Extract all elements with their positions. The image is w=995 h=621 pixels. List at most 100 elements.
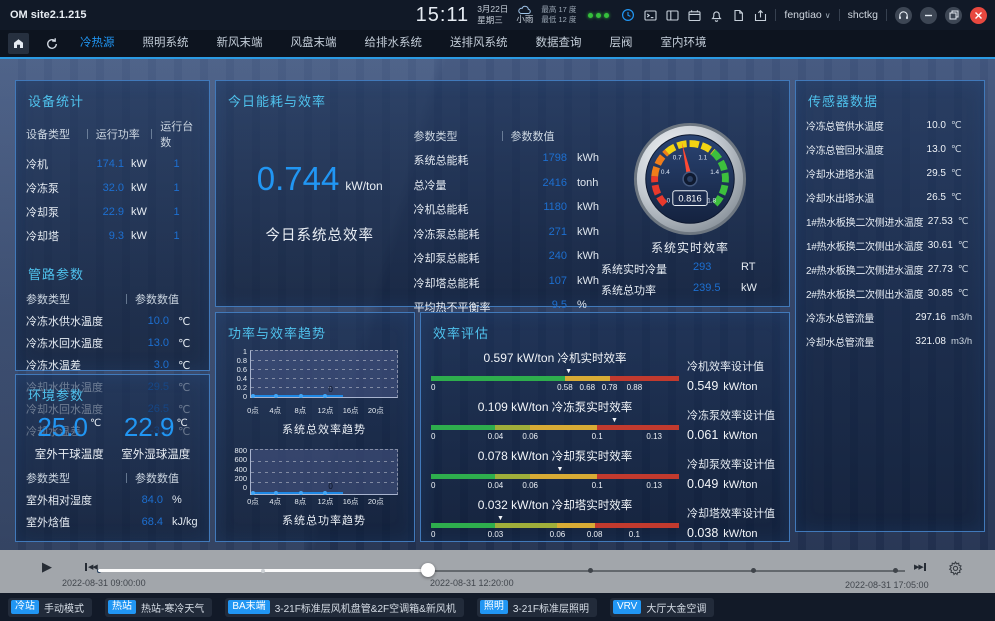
table-row: 1#热水板换二次侧进水温度27.53℃ — [806, 214, 974, 229]
chevron-down-icon: ∨ — [825, 11, 831, 20]
sensor-value: 29.5 — [904, 168, 946, 179]
terminal-icon[interactable] — [644, 9, 657, 22]
plot-area: 0 — [250, 350, 398, 398]
param-value: 271 — [535, 226, 567, 242]
param-unit: kWh — [567, 201, 601, 217]
evaluation-panel: 效率评估 0.597 kW/ton 冷机实时效率 ▼ 00.580.680.78… — [420, 312, 790, 542]
restore-icon — [949, 10, 959, 20]
tag-lighting[interactable]: 照明 3-21F标准层照明 — [477, 598, 597, 617]
tab-floor-valve[interactable]: 层阀 — [596, 30, 647, 57]
param-unit: ℃ — [169, 315, 199, 328]
param-name: 冷却塔总能耗 — [414, 275, 536, 291]
device-stats-panel: 设备统计 设备类型 运行功率 运行台数 冷机 174.1 kW 1 冷冻泵 32… — [15, 80, 210, 371]
tag-badge: 热站 — [108, 600, 136, 614]
design-value: 0.049 — [687, 477, 718, 491]
svg-text:1.4: 1.4 — [710, 169, 719, 176]
outdoor-wet-bulb: 22.9℃ 室外湿球温度 — [121, 412, 190, 462]
big-unit: kW/ton — [345, 179, 382, 193]
svg-text:1.1: 1.1 — [698, 154, 707, 161]
hvac-dashboard: OM site2.1.215 15:11 3月22日 星期三 小雨 最高 17 … — [0, 0, 995, 621]
table-row: 冷冻泵总能耗271kWh — [414, 226, 602, 242]
status-dot — [588, 13, 593, 18]
file-icon[interactable] — [732, 9, 745, 22]
efficiency-trend-chart: 10.80.60.40.20 0 — [226, 350, 404, 404]
titlebar-right: 15:11 3月22日 星期三 小雨 最高 17 度 最低 12 度 — [416, 4, 987, 27]
big-unit: ℃ — [176, 418, 187, 429]
tab-lighting-system[interactable]: 照明系统 — [129, 30, 203, 57]
tag-ba-terminal[interactable]: BA末端 3-21F标准层风机盘管&2F空调箱&新风机 — [225, 598, 463, 617]
tag-badge: VRV — [613, 600, 641, 614]
table-row: 总冷量2416tonh — [414, 177, 602, 193]
calendar-icon[interactable] — [688, 9, 701, 22]
table-header: 设备类型 运行功率 运行台数 — [26, 118, 199, 150]
layout-icon[interactable] — [666, 9, 679, 22]
table-row: 室外焓值 68.4 kJ/kg — [26, 514, 199, 530]
param-unit: kW — [741, 282, 779, 298]
col-device-type: 设备类型 — [26, 126, 79, 142]
skip-forward-button[interactable]: ▶▶ — [914, 563, 927, 571]
device-power: 174.1 — [86, 158, 124, 170]
x-axis-labels: 0点4点8点12点16点20点 — [250, 495, 398, 506]
tab-fresh-air-terminal[interactable]: 新风末端 — [203, 30, 277, 57]
table-row: 冷机 174.1 kW 1 — [26, 156, 199, 172]
timeline-handle[interactable] — [421, 563, 435, 577]
status-dot — [604, 13, 609, 18]
eval-row-chiller: 0.597 kW/ton 冷机实时效率 ▼ 00.580.680.780.88 … — [431, 350, 779, 393]
tab-indoor-environment[interactable]: 室内环境 — [647, 30, 721, 57]
timeline-settings-button[interactable] — [948, 561, 963, 581]
refresh-button[interactable] — [41, 33, 62, 54]
tab-fan-coil-terminal[interactable]: 风盘末端 — [277, 30, 351, 57]
environment-panel: 环境参数 25.0℃ 室外干球温度 22.9℃ 室外湿球温度 参数类型 参数数值 — [15, 374, 210, 542]
param-value: 1798 — [535, 152, 567, 168]
weekday-label: 星期三 — [477, 15, 508, 26]
device-name: 冷冻泵 — [26, 180, 86, 196]
play-button[interactable]: ▶ — [42, 559, 52, 575]
tag-heat-station[interactable]: 热站 热站-寒冷天气 — [105, 598, 212, 617]
sensor-unit: ℃ — [953, 264, 974, 275]
svg-text:1.8: 1.8 — [707, 198, 716, 205]
weather-label: 小雨 — [516, 15, 533, 24]
col-param-type: 参数类型 — [414, 128, 494, 144]
clock-icon[interactable] — [621, 8, 635, 22]
sensor-unit: ℃ — [946, 168, 974, 179]
panel-title: 环境参数 — [28, 385, 199, 404]
param-value: 68.4 — [129, 516, 163, 528]
skip-back-button[interactable]: ◀◀ — [84, 563, 97, 571]
param-name: 冷冻水温差 — [26, 357, 133, 373]
table-row: 冷冻水回水温度 13.0 ℃ — [26, 335, 199, 351]
user-menu[interactable]: fengtiao ∨ — [784, 9, 830, 21]
tab-air-supply-exhaust[interactable]: 送排风系统 — [436, 30, 522, 57]
timeline-track[interactable] — [98, 569, 908, 572]
trends-panel: 功率与效率趋势 10.80.60.40.20 0 0点4点8点12点16点20点… — [215, 312, 415, 542]
minimize-button[interactable] — [920, 7, 937, 24]
bell-icon[interactable] — [710, 9, 723, 22]
outdoor-dry-bulb: 25.0℃ 室外干球温度 — [35, 412, 104, 462]
tab-data-query[interactable]: 数据查询 — [522, 30, 596, 57]
param-value: 240 — [535, 250, 567, 266]
param-unit: tonh — [567, 177, 601, 193]
restore-button[interactable] — [945, 7, 962, 24]
timeline-start-label: 2022-08-31 09:00:00 — [62, 578, 146, 588]
support-button[interactable] — [895, 7, 912, 24]
tab-cold-heat-source[interactable]: 冷热源 — [66, 30, 129, 57]
col-param-value: 参数数值 — [135, 291, 179, 307]
device-count: 1 — [154, 230, 199, 242]
design-label: 冷却塔效率设计值 — [687, 505, 779, 521]
table-row: 冷冻总管供水温度10.0℃ — [806, 118, 974, 133]
home-button[interactable] — [8, 33, 29, 54]
big-unit: ℃ — [90, 418, 101, 429]
tab-water-supply-drain[interactable]: 给排水系统 — [351, 30, 437, 57]
sensor-value: 30.61 — [923, 240, 953, 251]
device-name: 冷机 — [26, 156, 86, 172]
tag-vrv[interactable]: VRV 大厅大金空调 — [610, 598, 714, 617]
table-row: 室外相对湿度 84.0 % — [26, 492, 199, 508]
tag-cold-station[interactable]: 冷站 手动模式 — [8, 598, 92, 617]
close-button[interactable] — [970, 7, 987, 24]
upload-box-icon[interactable] — [754, 9, 767, 22]
param-unit: kWh — [567, 226, 601, 242]
divider — [502, 131, 503, 141]
titlebar: OM site2.1.215 15:11 3月22日 星期三 小雨 最高 17 … — [0, 0, 995, 30]
device-power: 32.0 — [86, 182, 124, 194]
chart-caption: 系统总效率趋势 — [250, 421, 398, 437]
param-value: 10.0 — [133, 315, 169, 327]
